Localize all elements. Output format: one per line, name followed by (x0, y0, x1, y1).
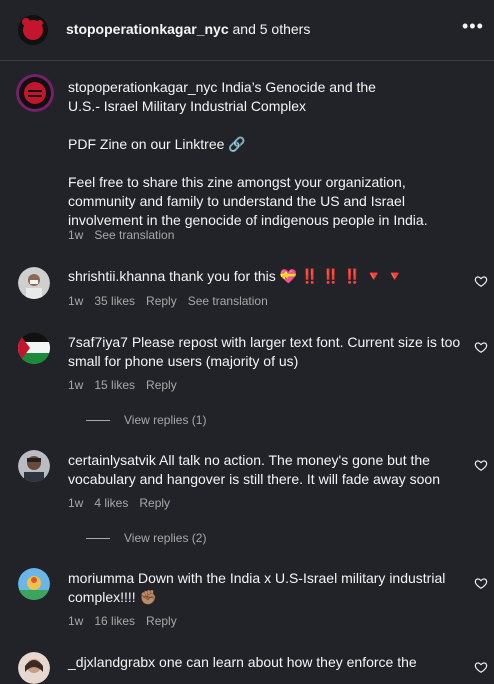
reply-button[interactable]: Reply (146, 294, 177, 308)
comment-username[interactable]: _djxlandgrabx (68, 654, 155, 670)
header-suffix: and 5 others (228, 21, 311, 37)
heart-icon[interactable] (474, 576, 488, 590)
replies-divider (86, 420, 110, 422)
header-username[interactable]: stopoperationkagar_nyc (66, 21, 229, 37)
header-title: stopoperationkagar_nyc and 5 others (66, 21, 310, 37)
likes-count[interactable]: 35 likes (94, 294, 135, 308)
heart-icon[interactable] (474, 458, 488, 472)
comment-text: 7saf7iya7 Please repost with larger text… (68, 333, 463, 371)
caption-para3: Feel free to share this zine amongst you… (68, 174, 428, 228)
caption-text: stopoperationkagar_nyc India’s Genocide … (68, 78, 463, 230)
caption-meta: 1w See translation (68, 228, 185, 242)
comment-body: thank you for this 💝 ‼️ ‼️ ‼️ 🔻 🔻 (165, 268, 404, 284)
view-replies-button[interactable]: View replies (2) (86, 531, 206, 545)
avatar[interactable] (18, 450, 50, 482)
comment-username[interactable]: 7saf7iya7 (68, 334, 128, 350)
comment-text: certainlysatvik All talk no action. The … (68, 451, 463, 489)
view-replies-button[interactable]: View replies (1) (86, 413, 206, 427)
caption-line2: U.S.- Israel Military Industrial Complex (68, 98, 307, 114)
likes-count[interactable]: 16 likes (94, 614, 135, 628)
comment-time: 1w (68, 496, 84, 510)
view-replies-label[interactable]: View replies (2) (124, 531, 206, 545)
replies-divider (86, 538, 110, 540)
comment-text: _djxlandgrabx one can learn about how th… (68, 653, 463, 672)
comment-username[interactable]: certainlysatvik (68, 452, 156, 468)
comment-meta: 1w 16 likes Reply (68, 614, 188, 628)
comment-time: 1w (68, 378, 84, 392)
reply-button[interactable]: Reply (146, 378, 177, 392)
comment-time: 1w (68, 294, 84, 308)
comment-body: one can learn about how they enforce the (155, 654, 417, 670)
account-avatar[interactable] (18, 15, 48, 45)
reply-button[interactable]: Reply (146, 614, 177, 628)
avatar[interactable] (18, 332, 50, 364)
comment-username[interactable]: shrishtii.khanna (68, 268, 165, 284)
post-header: stopoperationkagar_nyc and 5 others ••• (0, 0, 494, 61)
reply-button[interactable]: Reply (139, 496, 170, 510)
avatar[interactable] (18, 568, 50, 600)
heart-icon[interactable] (474, 274, 488, 288)
comment-text: moriumma Down with the India x U.S-Israe… (68, 569, 463, 607)
view-replies-label[interactable]: View replies (1) (124, 413, 206, 427)
likes-count[interactable]: 4 likes (94, 496, 128, 510)
comment-time: 1w (68, 614, 84, 628)
comment-meta: 1w 4 likes Reply (68, 496, 181, 510)
caption-username[interactable]: stopoperationkagar_nyc (68, 79, 217, 95)
heart-icon[interactable] (474, 340, 488, 354)
comment-text: shrishtii.khanna thank you for this 💝 ‼️… (68, 267, 463, 286)
comment-meta: 1w 35 likes Reply See translation (68, 294, 279, 308)
see-translation-link[interactable]: See translation (188, 294, 268, 308)
heart-icon[interactable] (474, 660, 488, 674)
avatar[interactable] (18, 267, 50, 299)
caption-avatar[interactable] (16, 74, 54, 112)
likes-count[interactable]: 15 likes (94, 378, 135, 392)
caption-time: 1w (68, 228, 84, 242)
see-translation-link[interactable]: See translation (94, 228, 174, 242)
avatar[interactable] (18, 652, 50, 684)
caption-line1: India’s Genocide and the (217, 79, 376, 95)
more-options-icon[interactable]: ••• (462, 16, 484, 37)
comment-meta: 1w 15 likes Reply (68, 378, 188, 392)
caption-para2: PDF Zine on our Linktree 🔗 (68, 136, 246, 152)
comment-username[interactable]: moriumma (68, 570, 134, 586)
